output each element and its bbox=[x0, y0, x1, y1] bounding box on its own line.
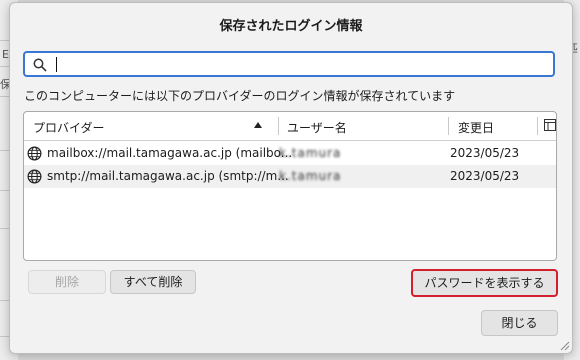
column-picker-icon[interactable] bbox=[544, 119, 556, 131]
globe-icon bbox=[27, 169, 42, 184]
dialog-title: 保存されたログイン情報 bbox=[219, 19, 363, 34]
column-divider bbox=[448, 117, 449, 135]
text-caret bbox=[56, 57, 57, 72]
column-divider bbox=[537, 117, 538, 135]
table-header: プロバイダー ユーザー名 変更日 bbox=[24, 112, 556, 141]
row-date: 2023/05/23 bbox=[450, 146, 520, 160]
row-date: 2023/05/23 bbox=[450, 169, 520, 183]
table-row[interactable]: smtp://mail.tamagawa.ac.jp (smtp://m... … bbox=[24, 165, 556, 188]
description-text: このコンピューターには以下のプロバイダーのログイン情報が保存されています bbox=[24, 89, 456, 103]
logins-table[interactable]: プロバイダー ユーザー名 変更日 mailbox://mail.tamagawa… bbox=[23, 111, 557, 261]
background-text: E bbox=[2, 48, 9, 61]
column-divider bbox=[278, 117, 279, 135]
delete-button[interactable]: 削除 bbox=[28, 270, 106, 294]
row-username: k.tamura bbox=[279, 146, 342, 160]
column-header-provider[interactable]: プロバイダー bbox=[33, 119, 105, 136]
search-input[interactable] bbox=[55, 55, 535, 73]
show-passwords-button[interactable]: パスワードを表示する bbox=[411, 269, 558, 297]
row-provider: mailbox://mail.tamagawa.ac.jp (mailbo... bbox=[47, 146, 293, 160]
close-button[interactable]: 閉じる bbox=[481, 310, 558, 336]
table-row[interactable]: mailbox://mail.tamagawa.ac.jp (mailbo...… bbox=[24, 142, 556, 165]
sort-ascending-icon bbox=[254, 122, 262, 128]
search-field[interactable] bbox=[23, 51, 555, 77]
column-header-username[interactable]: ユーザー名 bbox=[287, 119, 347, 136]
column-header-changed[interactable]: 変更日 bbox=[458, 119, 494, 136]
delete-all-button[interactable]: すべて削除 bbox=[110, 270, 196, 294]
row-provider: smtp://mail.tamagawa.ac.jp (smtp://m... bbox=[47, 169, 289, 183]
saved-logins-dialog: 保存されたログイン情報 このコンピューターには以下のプロバイダーのログイン情報が… bbox=[9, 2, 573, 354]
globe-icon bbox=[27, 146, 42, 161]
row-username: k.tamura bbox=[279, 169, 342, 183]
resize-grip-icon[interactable] bbox=[559, 340, 570, 351]
search-icon bbox=[33, 58, 47, 72]
